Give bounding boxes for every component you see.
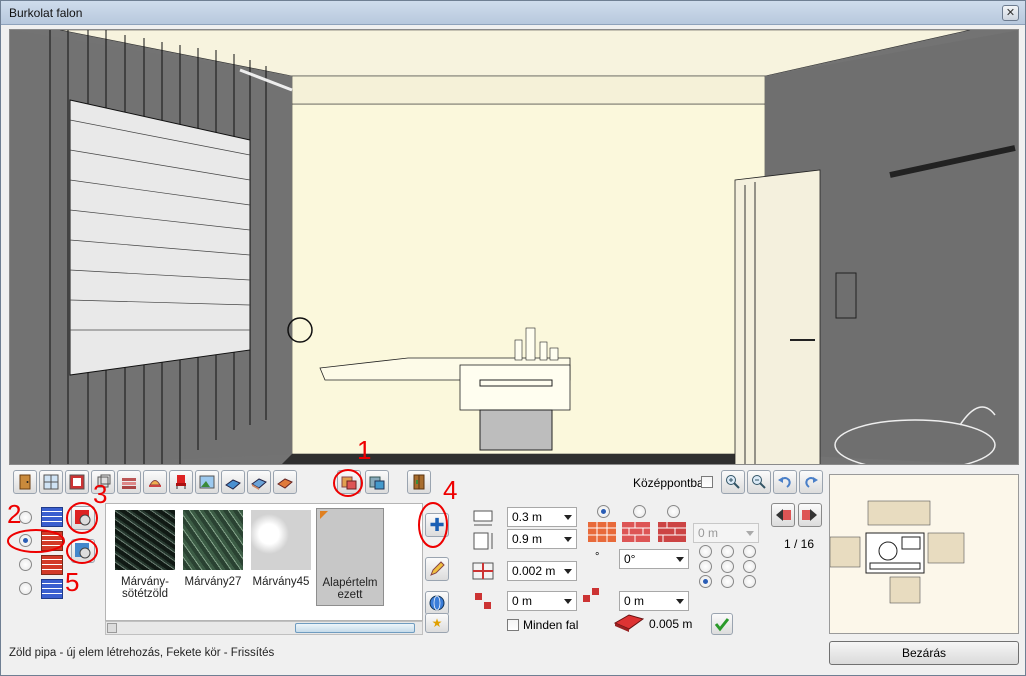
annotation-label-1: 1 xyxy=(357,435,372,465)
annotation-overlay xyxy=(7,469,448,564)
annotation-circle-1 xyxy=(333,469,363,497)
annotation-label-4: 4 xyxy=(443,475,458,505)
annotation-label-3: 3 xyxy=(93,479,108,509)
annotation-circle-4 xyxy=(418,502,448,548)
annotation-label-2: 2 xyxy=(7,499,22,529)
annotation-circle-2 xyxy=(7,529,65,553)
annotation-circle-5 xyxy=(66,538,98,564)
dialog-window: Burkolat falon ✕ Középpontba Márvány- sö… xyxy=(0,0,1026,676)
annotation-label-5: 5 xyxy=(65,567,80,597)
